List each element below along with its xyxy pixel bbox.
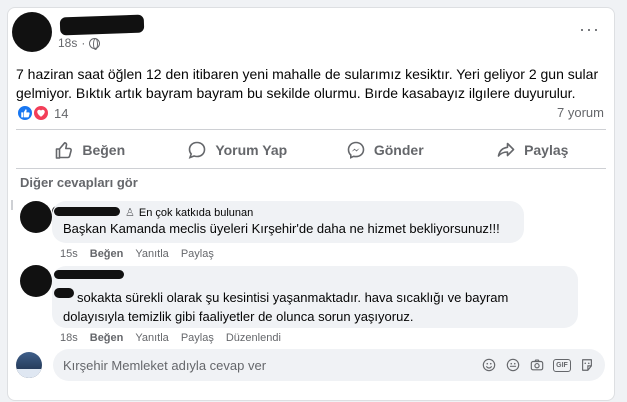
- comment-reply-button[interactable]: Yanıtla: [135, 332, 168, 344]
- share-icon: [497, 142, 515, 157]
- divider: [16, 129, 606, 130]
- messenger-icon: [347, 141, 365, 159]
- sticker-icon[interactable]: [505, 357, 521, 373]
- emoji-icon[interactable]: [481, 357, 497, 373]
- comment-button[interactable]: Yorum Yap: [164, 132, 312, 168]
- comment-share-button[interactable]: Paylaş: [181, 332, 214, 344]
- share-button[interactable]: Paylaş: [459, 132, 607, 168]
- comment-share-button[interactable]: Paylaş: [181, 248, 214, 260]
- camera-icon[interactable]: [529, 357, 545, 373]
- comment-time[interactable]: 18s: [60, 332, 78, 344]
- current-page-avatar[interactable]: [16, 352, 42, 378]
- thread-line: [11, 200, 13, 210]
- reply-tools: GIF: [481, 357, 595, 373]
- redacted-commenter-name: [54, 207, 120, 216]
- more-options-icon[interactable]: ···: [579, 20, 600, 38]
- gif-icon[interactable]: GIF: [553, 358, 571, 372]
- comment-icon: [189, 141, 206, 159]
- comment-meta: 18s Beğen Yanıtla Paylaş Düzenlendi: [60, 332, 281, 344]
- redacted-commenter-name: [54, 270, 124, 279]
- reply-input[interactable]: [63, 357, 481, 373]
- like-icon: [56, 142, 73, 159]
- comment-sticker-icon[interactable]: [579, 357, 595, 373]
- commenter-avatar[interactable]: [20, 265, 52, 297]
- divider: [16, 168, 606, 169]
- comment-count[interactable]: 7 yorum: [557, 105, 604, 120]
- comment-text: Başkan Kamanda meclis üyeleri Kırşehir'd…: [63, 221, 500, 236]
- globe-icon: [89, 37, 101, 50]
- reply-box: GIF: [53, 349, 605, 381]
- post-meta: 18s ·: [58, 36, 101, 50]
- top-contributor-badge[interactable]: ♙ En çok katkıda bulunan: [125, 206, 253, 220]
- commenter-avatar[interactable]: [20, 201, 52, 233]
- post-actions: Beğen Yorum Yap Gönder Paylaş: [16, 132, 606, 168]
- author-avatar[interactable]: [12, 12, 52, 52]
- comment-text: sokakta sürekli olarak şu kesintisi yaşa…: [63, 290, 509, 324]
- reaction-count: 14: [54, 105, 69, 121]
- comment-like-button[interactable]: Beğen: [90, 248, 124, 260]
- post-text: 7 haziran saat öğlen 12 den itibaren yen…: [16, 66, 599, 101]
- edited-label[interactable]: Düzenlendi: [226, 332, 281, 344]
- comment-time[interactable]: 15s: [60, 248, 78, 260]
- send-button[interactable]: Gönder: [311, 132, 459, 168]
- badge-icon: ♙: [125, 207, 135, 219]
- like-button[interactable]: Beğen: [16, 132, 164, 168]
- comment-like-button[interactable]: Beğen: [90, 332, 124, 344]
- love-reaction-icon: [32, 104, 50, 122]
- redacted-author-name: [59, 14, 145, 36]
- reaction-summary[interactable]: 14: [16, 104, 68, 122]
- view-more-replies-link[interactable]: Diğer cevapları gör: [20, 175, 138, 190]
- post-time[interactable]: 18s: [58, 36, 77, 50]
- post-card: 18s · ··· 7 haziran saat öğlen 12 den it…: [7, 7, 615, 401]
- comment-meta: 15s Beğen Yanıtla Paylaş: [60, 248, 214, 260]
- comment-reply-button[interactable]: Yanıtla: [135, 248, 168, 260]
